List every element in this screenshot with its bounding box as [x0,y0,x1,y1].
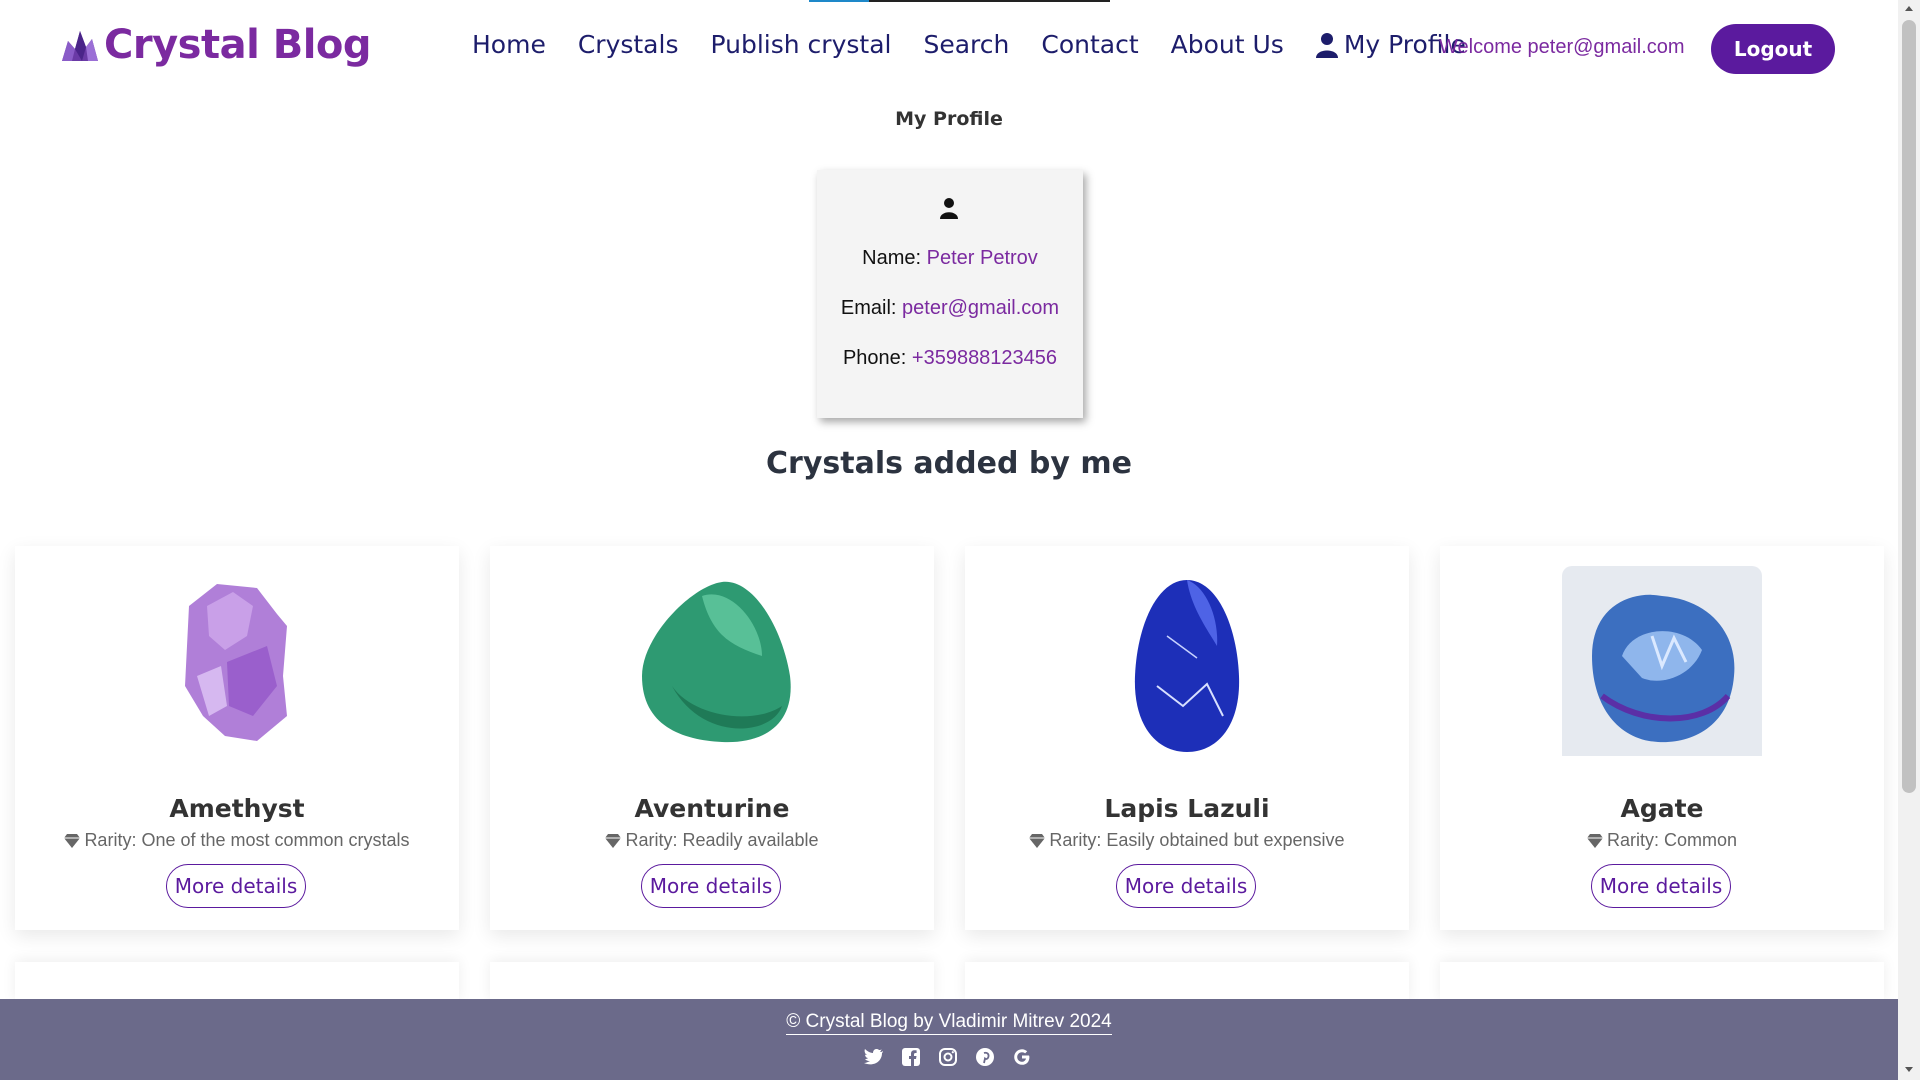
crystal-rarity-text: Rarity: Readily available [625,830,819,850]
user-icon [1315,32,1338,58]
crystal-rarity: Rarity: Readily available [490,830,934,851]
crystal-rarity: Rarity: One of the most common crystals [15,830,459,851]
nav-crystals[interactable]: Crystals [578,30,679,59]
crystal-card-amethyst: Amethyst Rarity: One of the most common … [15,546,459,930]
brand-name: Crystal Blog [104,22,372,68]
site-header: Crystal Blog Home Crystals Publish cryst… [0,0,1898,96]
gem-icon [64,833,81,848]
more-details-button[interactable]: More details [166,864,306,908]
crystal-card-lapis-lazuli: Lapis Lazuli Rarity: Easily obtained but… [965,546,1409,930]
profile-email-label: Email: [840,297,897,319]
profile-name-row: Name: Peter Petrov [817,247,1083,270]
amethyst-image [185,584,287,741]
crystal-logo-icon [62,31,98,61]
crystal-rarity: Rarity: Easily obtained but expensive [965,830,1409,851]
welcome-text: Welcome peter@gmail.com [1439,36,1685,58]
more-details-button[interactable]: More details [1591,864,1731,908]
crystal-rarity: Rarity: Common [1440,830,1884,851]
pinterest-icon[interactable] [975,1047,995,1067]
social-links [864,1047,1049,1067]
crystal-grid: Amethyst Rarity: One of the most common … [15,546,1885,930]
active-tab-indicator [809,0,1110,2]
user-avatar-icon [940,198,958,219]
brand-link[interactable]: Crystal Blog [58,22,372,68]
crystal-name: Aventurine [634,794,790,823]
scrollbar-thumb[interactable] [1902,20,1916,793]
crystal-rarity-text: Rarity: Easily obtained but expensive [1049,830,1345,850]
scroll-up-arrow-icon[interactable] [1905,6,1913,11]
logout-button[interactable]: Logout [1711,24,1835,74]
section-title: Crystals added by me [766,446,1132,481]
nav-contact[interactable]: Contact [1041,30,1138,59]
profile-card: Name: Peter Petrov Email: peter@gmail.co… [817,170,1083,418]
crystal-card-partial [490,962,934,1002]
site-footer: © Crystal Blog by Vladimir Mitrev 2024 [0,999,1898,1080]
crystal-name: Amethyst [169,794,305,823]
crystal-card-partial [15,962,459,1002]
profile-phone-label: Phone: [842,347,907,369]
crystal-card-partial [1440,962,1884,1002]
crystal-rarity-text: Rarity: Common [1606,830,1738,850]
more-details-button[interactable]: More details [1116,864,1256,908]
page-scrollbar[interactable] [1898,0,1920,1080]
crystal-name: Lapis Lazuli [1104,794,1270,823]
profile-phone-value: +359888123456 [911,347,1058,369]
twitter-icon[interactable] [864,1047,884,1067]
footer-copyright-text: © Crystal Blog by Vladimir Mitrev 2024 [786,1011,1112,1035]
gem-icon [1029,833,1046,848]
main-nav: Home Crystals Publish crystal Search Con… [472,30,1497,59]
nav-publish-crystal[interactable]: Publish crystal [710,30,891,59]
agate-image [1562,566,1762,756]
crystal-card-agate: Agate Rarity: Common More details [1440,546,1884,930]
google-icon[interactable] [1012,1047,1032,1067]
nav-search[interactable]: Search [923,30,1009,59]
nav-about-us[interactable]: About Us [1171,30,1284,59]
page-title: My Profile [895,108,1003,130]
crystal-card-aventurine: Aventurine Rarity: Readily available Mor… [490,546,934,930]
crystal-name: Agate [1620,794,1704,823]
footer-copyright: © Crystal Blog by Vladimir Mitrev 2024 [0,1011,1898,1035]
nav-home[interactable]: Home [472,30,546,59]
crystal-card-partial [965,962,1409,1002]
scroll-down-arrow-icon[interactable] [1905,1067,1913,1072]
crystal-rarity-text: Rarity: One of the most common crystals [84,830,410,850]
more-details-button[interactable]: More details [641,864,781,908]
gem-icon [1586,833,1603,848]
gem-icon [605,833,622,848]
facebook-icon[interactable] [901,1047,921,1067]
profile-name-value: Peter Petrov [926,247,1038,269]
profile-email-value: peter@gmail.com [902,297,1060,319]
aventurine-image [642,581,791,743]
profile-email-row: Email: peter@gmail.com [817,297,1083,320]
profile-name-label: Name: [862,247,922,269]
lapis-lazuli-image [1134,580,1240,752]
profile-phone-row: Phone: +359888123456 [817,347,1083,370]
instagram-icon[interactable] [938,1047,958,1067]
